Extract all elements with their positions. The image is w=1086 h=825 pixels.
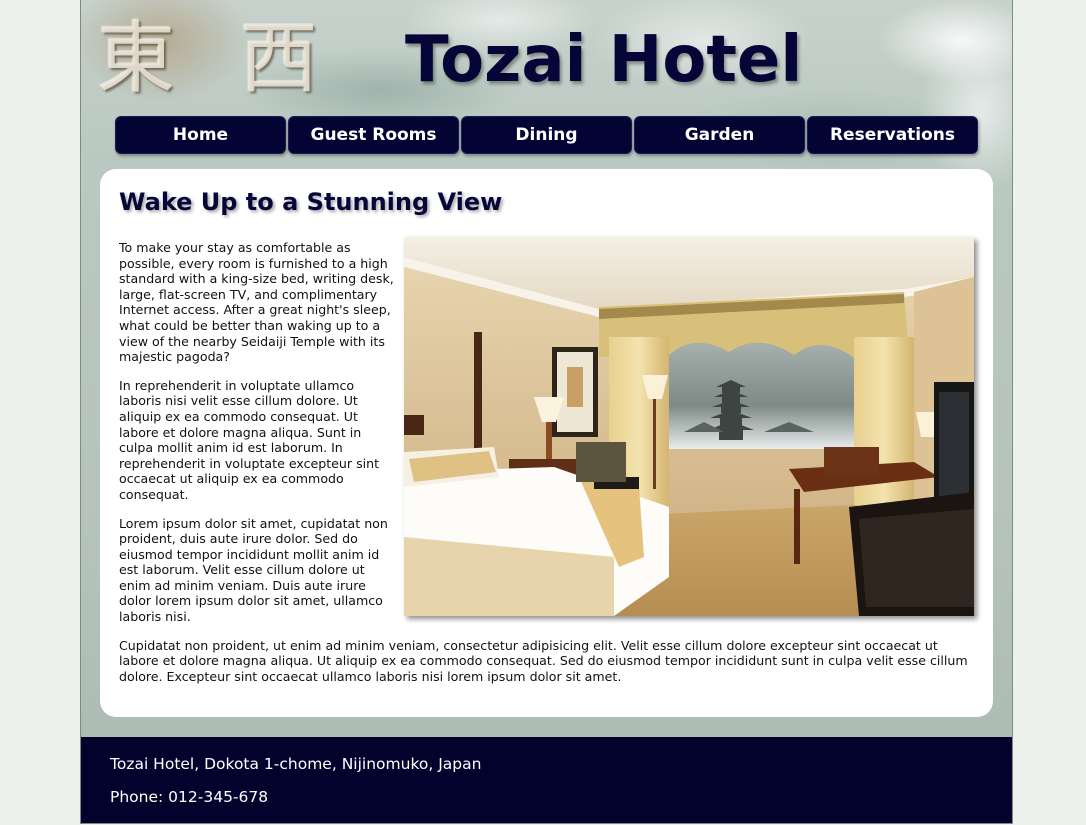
main-nav: Home Guest Rooms Dining Garden Reservati…	[115, 116, 978, 154]
footer-phone: Phone: 012-345-678	[110, 788, 269, 806]
nav-garden[interactable]: Garden	[634, 116, 805, 154]
hotel-room-photo	[404, 237, 974, 616]
nav-reservations[interactable]: Reservations	[807, 116, 978, 154]
page-container: 東 西 Tozai Hotel Home Guest Rooms Dining …	[80, 0, 1013, 824]
content-paragraph: Cupidatat non proident, ut enim ad minim…	[119, 637, 968, 684]
nav-home[interactable]: Home	[115, 116, 286, 154]
nav-guest-rooms[interactable]: Guest Rooms	[288, 116, 459, 154]
site-title: Tozai Hotel	[405, 23, 803, 97]
content-heading: Wake Up to a Stunning View	[119, 188, 503, 216]
main-content: Wake Up to a Stunning View To make your …	[100, 169, 993, 717]
footer-address: Tozai Hotel, Dokota 1-chome, Nijinomuko,…	[110, 755, 482, 773]
footer: Tozai Hotel, Dokota 1-chome, Nijinomuko,…	[81, 737, 1012, 823]
nav-dining[interactable]: Dining	[461, 116, 632, 154]
kanji-logo: 東 西	[97, 14, 338, 104]
